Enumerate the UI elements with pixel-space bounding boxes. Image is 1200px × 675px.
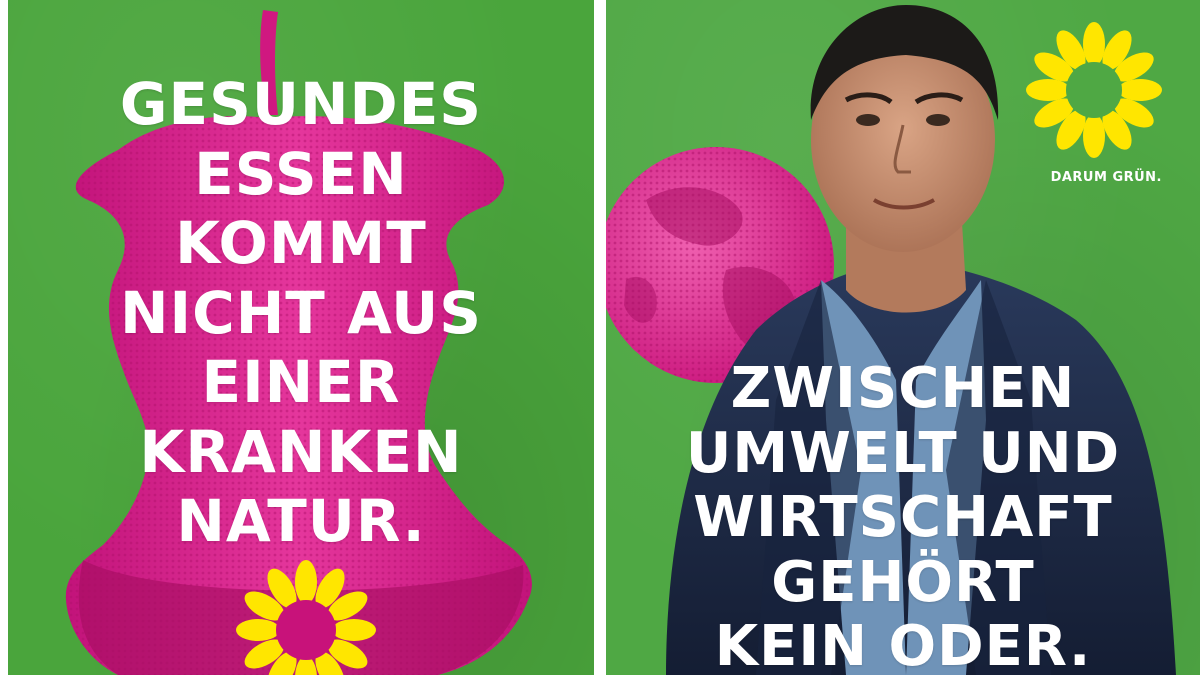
headline-left-line: GESUNDES [119,70,483,138]
headline-right-line: UMWELT UND [685,420,1121,486]
logo-tagline: DARUM GRÜN. [1050,170,1162,185]
headline-right-line: ZWISCHEN [730,356,1076,421]
poster-left: GESUNDES ESSEN KOMMT NICHT AUS EINER KRA… [8,0,594,675]
headline-left-line: KRANKEN [139,417,463,486]
headline-left-line: NATUR. [176,487,426,555]
poster-divider [594,0,606,675]
headline-left: GESUNDES ESSEN KOMMT NICHT AUS EINER KRA… [8,70,594,557]
headline-right-line: KEIN ODER. [714,614,1092,675]
headline-right: ZWISCHEN UMWELT UND WIRTSCHAFT GEHÖRT KE… [606,356,1200,675]
sunflower-logo-icon [1026,22,1162,158]
headline-left-line: EINER [201,348,401,416]
headline-left-line: ESSEN [194,139,408,208]
poster-right: DARUM GRÜN. ZWISCHEN UMWELT UND WIRTSCHA… [606,0,1200,675]
headline-left-line: KOMMT [175,209,427,277]
headline-right-line: GEHÖRT [771,549,1035,615]
headline-right-line: WIRTSCHAFT [693,485,1113,550]
headline-left-line: NICHT AUS [120,278,482,347]
